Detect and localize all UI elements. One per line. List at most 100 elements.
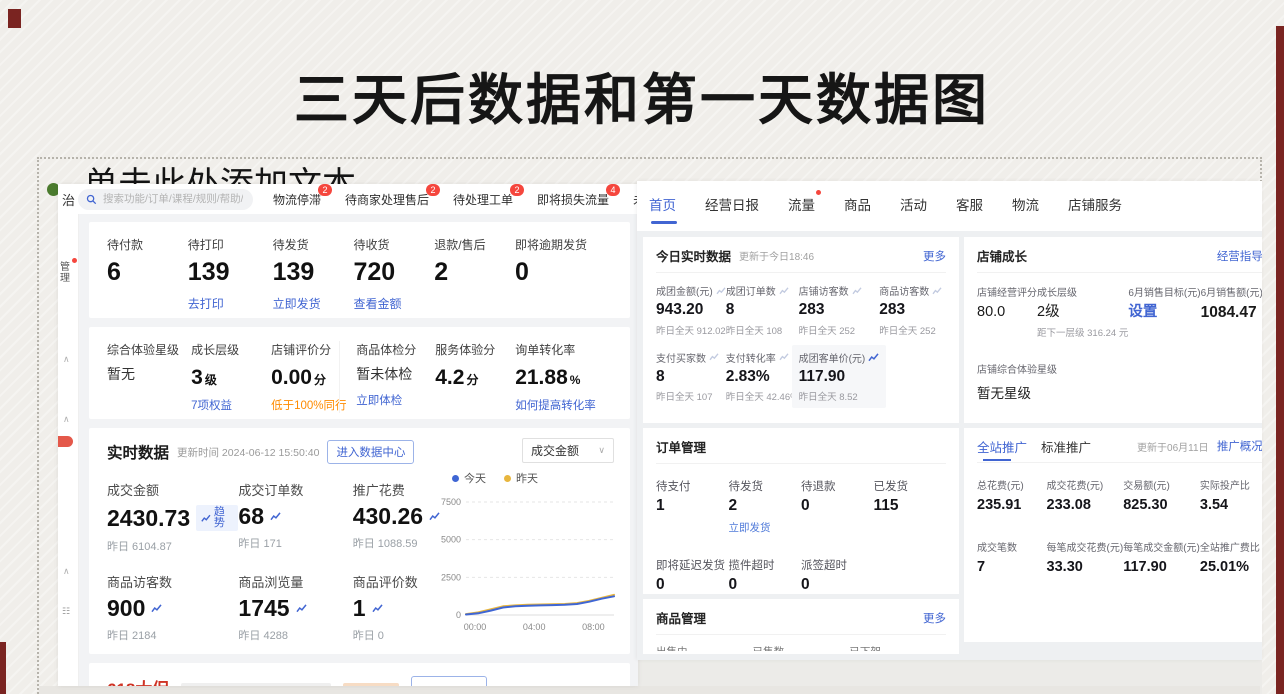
stat-total-cost: 总花费(元)235.91 <box>977 477 1047 513</box>
metric-orders: 成交订单数68昨日 171 <box>238 480 352 554</box>
experience-card: 综合体验星级暂无 成长层级3级7项权益 店铺评价分0.00分低于100%同行 商… <box>89 327 630 419</box>
stat-shop-star: 店铺综合体验星级 暂无星级 <box>977 361 1262 402</box>
slide-title: 三天后数据和第一天数据图 <box>0 55 1284 135</box>
chevron-up-icon[interactable]: ∧ <box>63 414 70 425</box>
chevron-down-icon: ∨ <box>598 445 605 456</box>
promo-banner-button[interactable] <box>411 676 487 687</box>
stat-pending-refund: 待退款0 <box>801 478 874 535</box>
badge: 2 <box>426 184 440 196</box>
stat-month-sales: 6月销售额(元)1084.47 <box>1201 284 1262 339</box>
stat-delay-ship: 即将延迟发货0 <box>656 557 729 593</box>
sidebar-red-badge <box>58 436 73 447</box>
trend-button[interactable]: 趋势 <box>196 505 238 531</box>
mini-chart-icon[interactable] <box>270 512 281 521</box>
svg-text:5000: 5000 <box>441 535 461 545</box>
promotion-card: 全站推广 标准推广 更新于06月11日 推广概况 总花费(元)235.91 成交… <box>964 428 1262 642</box>
menu-item-pending-aftersale[interactable]: 待商家处理售后2 <box>345 191 429 208</box>
view-amount-link[interactable]: 查看金额 <box>353 295 434 312</box>
svg-text:0: 0 <box>456 610 461 620</box>
set-target-link[interactable]: 设置 <box>1128 305 1200 320</box>
stat-service-score: 服务体验分4.2分 <box>435 341 515 413</box>
check-now-link[interactable]: 立即体检 <box>356 392 435 408</box>
tab-logistics[interactable]: 物流 <box>1012 181 1039 228</box>
svg-text:08:00: 08:00 <box>582 622 605 632</box>
tab-sitewide-promo[interactable]: 全站推广 <box>977 437 1027 463</box>
chevron-up-icon[interactable]: ∧ <box>63 354 70 365</box>
stat-group-amount: 成团金额(元)943.20昨日全天 912.02 <box>656 283 726 337</box>
clipped-text <box>181 683 331 686</box>
stat-to-print: 待打印139去打印 <box>188 236 273 312</box>
menu-item-pending-ticket[interactable]: 待处理工单2 <box>453 191 513 208</box>
stat-deal-count: 成交笔数7 <box>977 539 1047 575</box>
metric-product-views: 商品浏览量1745昨日 4288 <box>238 572 352 643</box>
frame-corner-topleft <box>8 9 21 28</box>
svg-text:2500: 2500 <box>441 572 461 582</box>
ship-now-link[interactable]: 立即发货 <box>729 520 802 535</box>
tab-activities[interactable]: 活动 <box>900 181 927 228</box>
stat-avg-order-value: 成团客单价(元)117.90昨日全天 8.52 <box>792 345 887 409</box>
sidebar-misc-icon[interactable]: ☷ <box>62 606 70 617</box>
stat-to-receive: 待收货720查看金额 <box>353 236 434 312</box>
search-box[interactable] <box>78 189 253 210</box>
stat-delivery-timeout: 派签超时0 <box>801 557 874 593</box>
todo-stats-card: 待付款6 待打印139去打印 待发货139立即发货 待收货720查看金额 退款/… <box>89 222 630 318</box>
stat-trade-amount: 交易额(元)825.30 <box>1123 477 1200 513</box>
improve-conversion-link[interactable]: 如何提高转化率 <box>515 397 612 413</box>
stat-growth-level: 成长层级3级7项权益 <box>191 341 271 413</box>
search-icon <box>86 194 97 205</box>
tab-service[interactable]: 客服 <box>956 181 983 228</box>
stat-amount-per-deal: 每笔成交金额(元)117.90 <box>1123 539 1200 575</box>
shop-growth-card: 店铺成长 经营指导 店铺经营评分80.0 成长层级2级距下一层级 316.24 … <box>964 237 1262 423</box>
mini-chart-icon[interactable] <box>372 604 383 613</box>
menu-item-traffic-loss[interactable]: 即将损失流量4 <box>537 191 609 208</box>
badge: 2 <box>510 184 524 196</box>
chevron-up-icon[interactable]: ∧ <box>63 566 70 577</box>
more-link[interactable]: 更多 <box>923 610 946 626</box>
mini-chart-icon[interactable] <box>151 604 162 613</box>
stat-deal-cost: 成交花费(元)233.08 <box>1047 477 1124 513</box>
ship-now-link[interactable]: 立即发货 <box>273 295 354 312</box>
clipped-text <box>343 683 399 686</box>
stat-growth-level: 成长层级2级距下一层级 316.24 元 <box>1037 284 1128 339</box>
svg-text:7500: 7500 <box>441 497 461 507</box>
sidebar-notify-dot <box>72 258 77 263</box>
stat-to-ship: 待发货139立即发货 <box>273 236 354 312</box>
realtime-chart: 今天 昨天 025005000750000:0004:0008:00 <box>436 470 622 640</box>
left-dashboard: 治 物流停滞2 待商家处理售后2 待处理工单2 即将损失流量4 未读站内信68 … <box>58 184 638 686</box>
search-input[interactable] <box>101 192 245 206</box>
left-logo-partial: 治 <box>62 190 78 209</box>
tab-home[interactable]: 首页 <box>649 181 676 228</box>
go-print-link[interactable]: 去打印 <box>188 295 273 312</box>
clipped-label: 已售数 <box>753 644 850 651</box>
tab-shop-services[interactable]: 店铺服务 <box>1068 181 1122 228</box>
promo-overview-link[interactable]: 推广概况 <box>1217 438 1262 454</box>
tab-daily-report[interactable]: 经营日报 <box>705 181 759 228</box>
stat-shipped: 已发货115 <box>874 478 947 535</box>
realtime-title: 实时数据 <box>107 441 169 463</box>
tab-products[interactable]: 商品 <box>844 181 871 228</box>
sidebar-item-manage[interactable]: 管理 <box>60 262 78 284</box>
mini-chart-icon[interactable] <box>296 604 307 613</box>
panel-bottom-band <box>39 686 1260 694</box>
metric-dropdown[interactable]: 成交金额∨ <box>522 438 614 463</box>
stat-pay-conversion: 支付转化率2.83%昨日全天 42.46% <box>726 350 799 404</box>
right-nav-tabs: 首页 经营日报 流量 商品 活动 客服 物流 店铺服务 <box>637 181 1262 227</box>
tab-standard-promo[interactable]: 标准推广 <box>1041 437 1091 463</box>
stat-shop-score: 店铺经营评分80.0 <box>977 284 1037 339</box>
left-topbar: 治 物流停滞2 待商家处理售后2 待处理工单2 即将损失流量4 未读站内信68 … <box>58 184 638 214</box>
topbar-menu: 物流停滞2 待商家处理售后2 待处理工单2 即将损失流量4 未读站内信68 <box>273 191 638 208</box>
realtime-card: 实时数据 更新时间 2024-06-12 15:50:40 进入数据中心 成交金… <box>89 428 630 654</box>
promo-618-label: 618大促 <box>107 675 169 686</box>
tab-traffic[interactable]: 流量 <box>788 181 815 228</box>
stat-shop-visitors: 店铺访客数283昨日全天 252 <box>799 283 880 337</box>
stat-product-check: 商品体检分暂未体检立即体检 <box>339 341 435 413</box>
guidance-link[interactable]: 经营指导 <box>1217 248 1262 264</box>
data-center-button[interactable]: 进入数据中心 <box>327 440 414 464</box>
clipped-label: 已下架 <box>849 644 946 651</box>
legend-today-dot <box>452 475 459 482</box>
stat-to-ship: 待发货2立即发货 <box>729 478 802 535</box>
stat-sales-target: 6月销售目标(元)设置 <box>1128 284 1200 339</box>
menu-item-logistics-stalled[interactable]: 物流停滞2 <box>273 191 321 208</box>
more-link[interactable]: 更多 <box>923 248 946 264</box>
benefits-link[interactable]: 7项权益 <box>191 397 271 413</box>
